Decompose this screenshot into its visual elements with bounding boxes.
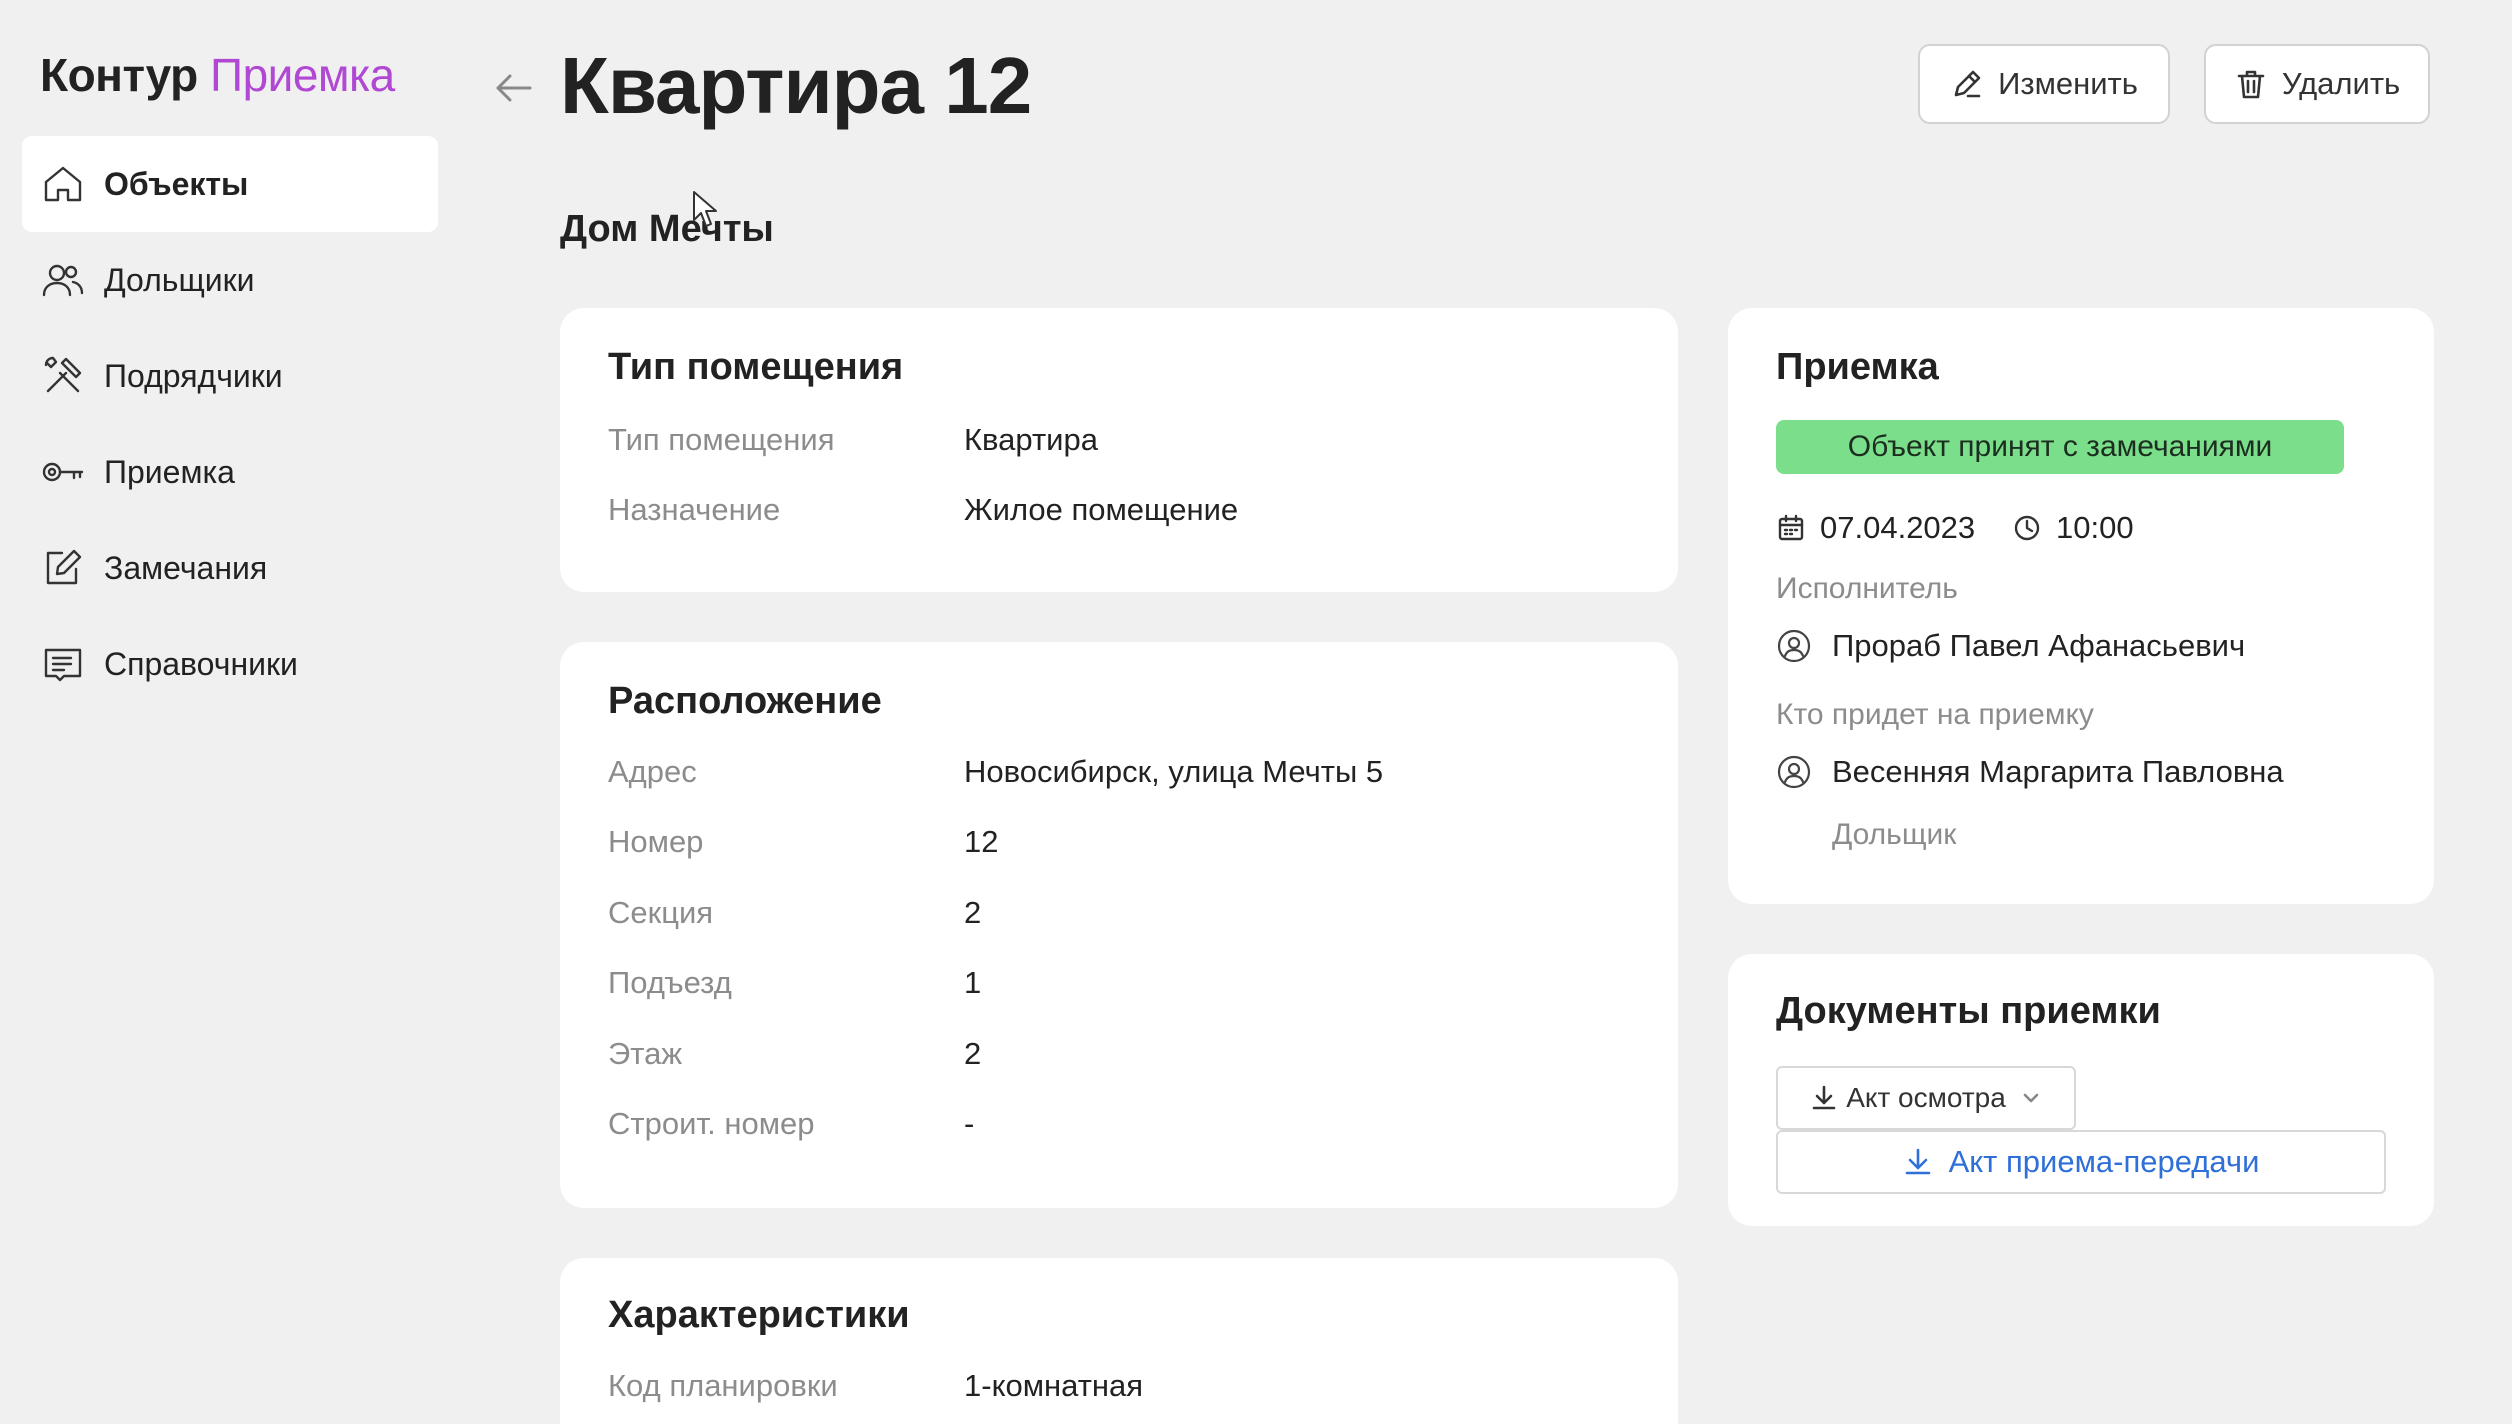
field-label: Адрес	[608, 754, 697, 789]
field-row: Адрес Новосибирск, улица Мечты 5	[608, 754, 1630, 794]
card-title: Тип помещения	[608, 346, 904, 388]
brand-part-2: Приемка	[210, 49, 395, 101]
executor-label: Исполнитель	[1776, 572, 1958, 605]
users-icon	[42, 264, 84, 297]
home-icon	[44, 166, 82, 202]
field-row: Подъезд 1	[608, 965, 1630, 1005]
sidebar-item-label: Приемка	[104, 453, 235, 490]
pencil-icon	[1954, 70, 1981, 98]
field-value: Квартира	[964, 422, 1098, 457]
field-value: -	[964, 1106, 975, 1141]
edit-button[interactable]: Изменить	[1918, 44, 2170, 124]
date-text: 07.04.2023	[1820, 510, 1976, 545]
sidebar-nav: Объекты Дольщики Подрядчики Приемка Заме…	[22, 136, 438, 712]
book-icon	[44, 648, 82, 682]
edit-note-icon	[46, 549, 82, 585]
sidebar-item-label: Справочники	[104, 645, 298, 682]
inspection-act-dropdown[interactable]: Акт осмотра	[1776, 1066, 2076, 1130]
sidebar-item-contractors[interactable]: Подрядчики	[22, 328, 438, 424]
sidebar-item-directories[interactable]: Справочники	[22, 616, 438, 712]
tools-icon	[44, 356, 82, 393]
arrow-left-icon	[496, 74, 532, 102]
field-label: Строит. номер	[608, 1106, 815, 1141]
calendar-icon	[1778, 514, 1804, 541]
time-text: 10:00	[2056, 510, 2134, 545]
sidebar-item-label: Замечания	[104, 549, 268, 586]
executor: Прораб Павел Афанасьевич	[1776, 628, 2245, 664]
brand-part-1: Контур	[40, 49, 198, 101]
delete-button-label: Удалить	[2281, 66, 2401, 101]
card-title: Расположение	[608, 680, 882, 722]
attendee-name: Весенняя Маргарита Павловна	[1832, 754, 2284, 789]
field-row: Тип помещения Квартира	[608, 422, 1630, 462]
field-label: Секция	[608, 895, 714, 930]
field-value: 1	[964, 965, 982, 1000]
executor-name: Прораб Павел Афанасьевич	[1832, 628, 2246, 663]
sidebar-item-shareholders[interactable]: Дольщики	[22, 232, 438, 328]
field-value: 2	[964, 1036, 982, 1071]
acceptance-date: 07.04.2023	[1776, 510, 1975, 546]
location-card: Расположение Адрес Новосибирск, улица Ме…	[560, 642, 1678, 1208]
project-name: Дом Мечты	[560, 208, 774, 250]
edit-button-label: Изменить	[1998, 66, 2138, 101]
trash-icon	[2237, 70, 2265, 99]
field-value: 12	[964, 824, 999, 859]
sidebar-item-remarks[interactable]: Замечания	[22, 520, 438, 616]
mouse-cursor-icon	[693, 191, 717, 227]
field-value: Новосибирск, улица Мечты 5	[964, 754, 1384, 789]
page-title: Квартира 12	[560, 41, 1032, 130]
brand-logo: Контур Приемка	[40, 48, 395, 102]
acceptance-time: 10:00	[2012, 510, 2134, 546]
download-icon	[1812, 1085, 1836, 1110]
field-label: Тип помещения	[608, 422, 835, 457]
delete-button[interactable]: Удалить	[2204, 44, 2430, 124]
back-button[interactable]	[490, 64, 538, 112]
clock-icon	[2014, 515, 2040, 541]
field-label: Номер	[608, 824, 704, 859]
attendee-role: Дольщик	[1832, 818, 1957, 851]
characteristics-card: Характеристики Код планировки 1-комнатна…	[560, 1258, 1678, 1424]
attendee: Весенняя Маргарита Павловна	[1776, 754, 2284, 790]
status-badge: Объект принят с замечаниями	[1776, 420, 2344, 474]
field-value: Жилое помещение	[964, 492, 1239, 527]
field-row: Секция 2	[608, 895, 1630, 935]
field-label: Этаж	[608, 1036, 683, 1071]
key-icon	[42, 462, 84, 482]
field-row: Этаж 2	[608, 1036, 1630, 1076]
field-row: Номер 12	[608, 824, 1630, 864]
field-label: Код планировки	[608, 1368, 838, 1403]
field-row: Код планировки 1-комнатная	[608, 1368, 1630, 1408]
documents-card: Документы приемки Акт осмотра Акт приема…	[1728, 954, 2434, 1226]
attendee-label: Кто придет на приемку	[1776, 698, 2094, 731]
sidebar-item-label: Дольщики	[104, 261, 255, 298]
field-row: Строит. номер -	[608, 1106, 1630, 1146]
field-value: 2	[964, 895, 982, 930]
user-circle-icon	[1777, 629, 1811, 663]
field-row: Назначение Жилое помещение	[608, 492, 1630, 532]
transfer-act-label: Акт приема-передачи	[1948, 1144, 2260, 1179]
field-label: Назначение	[608, 492, 781, 527]
sidebar-item-objects[interactable]: Объекты	[22, 136, 438, 232]
card-title: Документы приемки	[1776, 990, 2161, 1032]
field-value: 1-комнатная	[964, 1368, 1144, 1403]
chevron-down-icon	[2023, 1093, 2039, 1103]
field-label: Подъезд	[608, 965, 732, 1000]
sidebar-item-label: Объекты	[104, 165, 249, 202]
inspection-act-label: Акт осмотра	[1846, 1082, 2006, 1113]
sidebar-item-label: Подрядчики	[104, 357, 283, 394]
card-title: Характеристики	[608, 1294, 910, 1336]
card-title: Приемка	[1776, 346, 1939, 388]
user-circle-icon	[1777, 755, 1811, 789]
download-icon	[1905, 1148, 1930, 1175]
acceptance-card: Приемка Объект принят с замечаниями 07.0…	[1728, 308, 2434, 904]
room-type-card: Тип помещения Тип помещения Квартира Наз…	[560, 308, 1678, 592]
sidebar-item-acceptance[interactable]: Приемка	[22, 424, 438, 520]
transfer-act-download[interactable]: Акт приема-передачи	[1776, 1130, 2386, 1194]
